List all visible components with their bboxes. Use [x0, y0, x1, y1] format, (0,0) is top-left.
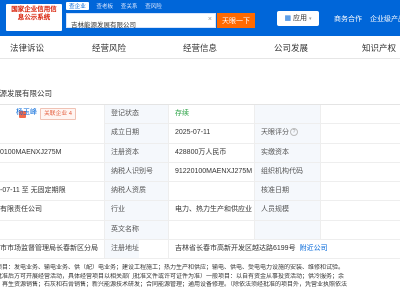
nav-legal[interactable]: 法律诉讼	[10, 42, 44, 54]
legal-representative-name[interactable]: 杨玉峰	[16, 108, 37, 118]
nav-operating-info[interactable]: 经营信息	[183, 42, 217, 54]
business-cooperation-link[interactable]: 商务合作	[334, 14, 362, 24]
field-label: 登记状态	[104, 105, 168, 124]
field-value	[320, 162, 400, 182]
chevron-down-icon: ▾	[309, 16, 312, 22]
tab-relation[interactable]: 查关系	[121, 2, 138, 10]
field-label: 成立日期	[104, 124, 168, 143]
business-scope: 项目：发电业务、输电业务、供（配）电业务；建设工程施工；热力生产和供应；输电、供…	[0, 264, 400, 290]
nav-operating-risk[interactable]: 经营风险	[92, 42, 126, 54]
field-label: 注册资本	[104, 143, 168, 162]
table-row: 纳税人识别号 91220100MAENXJ275M 组织机构代码	[0, 162, 400, 183]
scope-line: 批准后方可开展经营活动，具体经营项目以相关部门批准文件或许可证件为准）一般项目：…	[0, 273, 345, 280]
registration-status: 存续	[168, 105, 254, 124]
field-value	[320, 201, 400, 220]
company-type: 有限责任公司	[0, 206, 42, 214]
field-label: 英文名称	[104, 220, 168, 240]
field-value	[0, 221, 104, 239]
table-row: 有限责任公司 行业 电力、热力生产和供应业 人员规模	[0, 201, 400, 221]
field-label: 实缴资本	[254, 143, 320, 162]
nearby-companies-link[interactable]: 附近公司	[300, 245, 328, 252]
apps-button[interactable]: ▦ 应用 ▾	[277, 11, 319, 26]
tab-boss[interactable]: 查老板	[96, 2, 113, 10]
industry: 电力、热力生产和供应业	[168, 201, 254, 220]
credit-code: 0100MAENXJ275M	[0, 148, 62, 156]
tab-risk[interactable]: 查风险	[145, 2, 162, 10]
table-row: -07-11 至 无固定期限 纳税人资质 核准日期	[0, 182, 400, 202]
establish-date: 2025-07-11	[168, 124, 254, 143]
field-value	[320, 124, 400, 143]
section-nav: 法律诉讼 经营风险 经营信息 公司发展 知识产权	[0, 36, 400, 59]
company-info-table: 杨玉峰 关联企业 4 登记状态 存续 成立日期 2025-07-11 天眼评分?…	[0, 104, 400, 260]
scope-line: 项目：发电业务、输电业务、供（配）电业务；建设工程施工；热力生产和供应；输电、供…	[0, 265, 345, 271]
search-button[interactable]: 天眼一下	[217, 13, 255, 28]
field-label: 纳税人资质	[104, 182, 168, 201]
search-box: ×	[66, 13, 216, 30]
table-row: 成立日期 2025-07-11 天眼评分?	[0, 124, 400, 144]
field-label: 纳税人识别号	[104, 162, 168, 182]
nav-company-development[interactable]: 公司发展	[274, 42, 308, 54]
english-name	[168, 220, 254, 240]
field-label	[254, 220, 320, 240]
registration-authority: 市市场监督管理局长春新区分局	[0, 245, 98, 253]
help-icon[interactable]: ?	[290, 128, 298, 137]
tianyan-score-label: 天眼评分	[261, 129, 289, 137]
address-text: 吉林省长春市高新开发区越达路6199号	[175, 245, 296, 253]
close-icon[interactable]: ×	[208, 16, 212, 23]
enterprise-products-link[interactable]: 企业级产品	[370, 14, 400, 24]
field-label: 核准日期	[254, 182, 320, 201]
field-value	[320, 220, 400, 240]
table-row: 0100MAENXJ275M 注册资本 428800万人民币 实缴资本	[0, 143, 400, 163]
registered-address: 吉林省长春市高新开发区越达路6199号 附近公司	[168, 240, 328, 259]
field-label	[254, 105, 320, 124]
nav-ip[interactable]: 知识产权	[362, 42, 396, 54]
field-label: 组织机构代码	[254, 162, 320, 182]
field-value	[0, 163, 104, 181]
field-value	[320, 105, 400, 124]
apps-label: 应用	[293, 15, 308, 22]
related-companies-badge[interactable]: 关联企业 4	[40, 108, 77, 120]
gsxt-logo[interactable]: 国家企业信用信息公示系统	[6, 4, 62, 31]
top-header: 国家企业信用信息公示系统 查企业 查老板 查关系 查风险 × 天眼一下 ▦ 应用…	[0, 0, 400, 36]
scope-line: ；再生资源销售；石灰和石膏销售；新兴能源技术研发；合同能源管理；通用设备修理。（…	[0, 282, 348, 288]
registered-capital: 428800万人民币	[168, 143, 254, 162]
tab-company[interactable]: 查企业	[66, 2, 89, 10]
taxpayer-id: 91220100MAENXJ275M	[168, 162, 254, 182]
logo-text: 国家企业信用信息公示系统	[11, 6, 57, 21]
company-name: 能源发展有限公司	[0, 89, 52, 98]
table-row: 英文名称	[0, 220, 400, 241]
field-label: 人员规模	[254, 201, 320, 220]
search-type-tabs: 查企业 查老板 查关系 查风险	[66, 2, 168, 10]
field-label: 注册地址	[104, 240, 139, 259]
field-value	[168, 182, 254, 201]
grid-icon: ▦	[284, 15, 292, 22]
table-row: 杨玉峰 关联企业 4 登记状态 存续	[0, 105, 400, 142]
field-value	[320, 143, 400, 162]
field-label: 行业	[104, 201, 168, 220]
table-row: 市市场监督管理局长春新区分局 注册地址 吉林省长春市高新开发区越达路6199号附…	[0, 240, 400, 260]
search-input[interactable]	[71, 18, 201, 30]
business-term: -07-11 至 无固定期限	[0, 187, 66, 195]
field-label: 天眼评分?	[254, 124, 320, 143]
field-value	[320, 182, 400, 201]
